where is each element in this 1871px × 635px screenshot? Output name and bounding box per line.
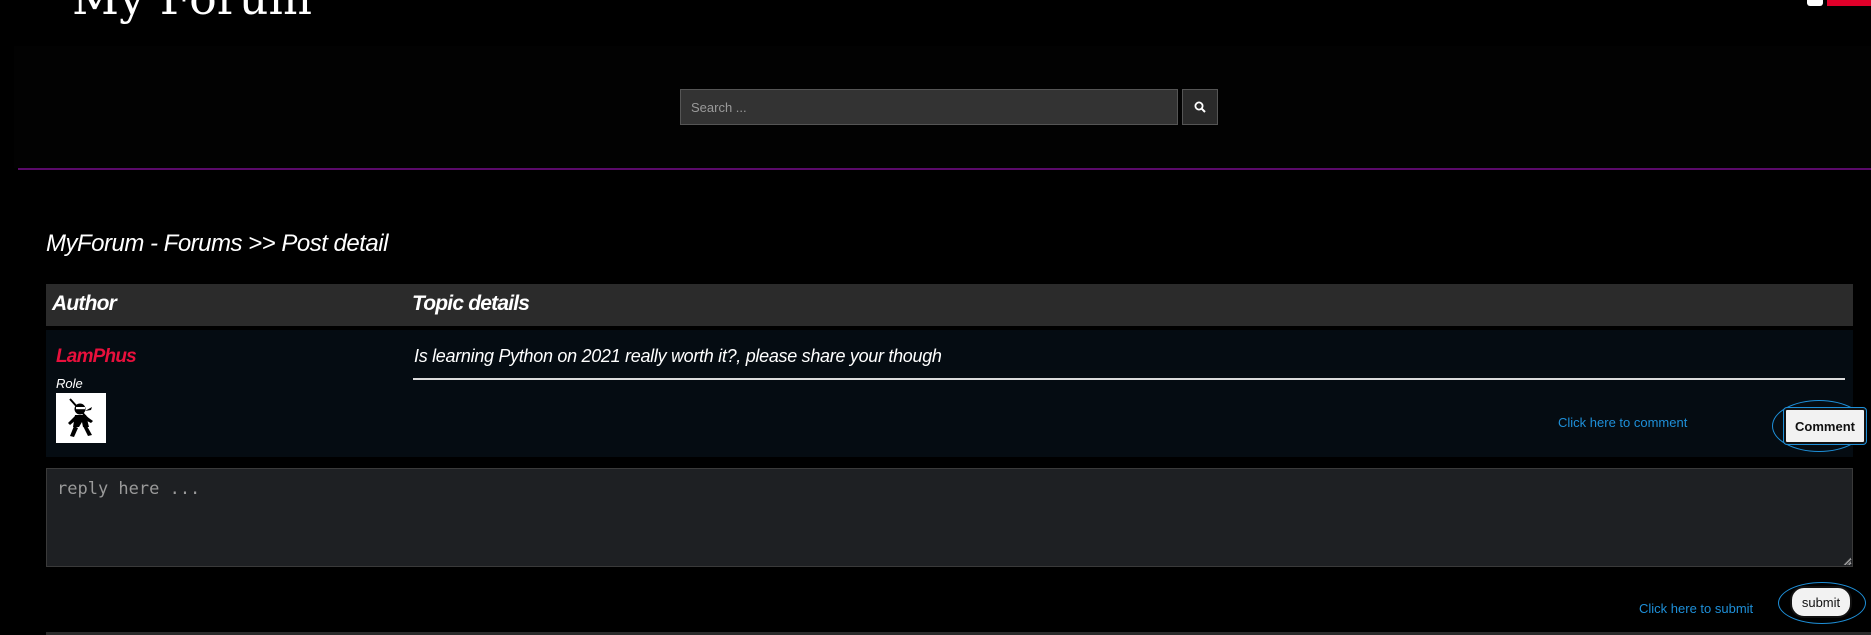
author-name[interactable]: LamPhus (56, 346, 137, 368)
author-role: Role (56, 376, 83, 391)
column-header-topic: Topic details (412, 292, 530, 315)
topic-divider (413, 378, 1845, 380)
menu-icon[interactable] (14, 0, 58, 8)
table-row: LamPhus Role Is learning Python on 2021 … (46, 330, 1866, 457)
site-title[interactable]: My Forum (72, 0, 312, 26)
avatar (56, 393, 106, 443)
table-header: Author Topic details (46, 284, 1853, 326)
avatar-ninja-icon (68, 398, 93, 437)
header-divider (18, 168, 1871, 170)
search-button[interactable] (1182, 89, 1218, 125)
resize-grip-icon[interactable] (1843, 557, 1851, 565)
breadcrumb: MyForum - Forums >> Post detail (46, 230, 388, 257)
comment-link[interactable]: Click here to comment (1558, 415, 1687, 430)
comment-button[interactable]: Comment (1784, 408, 1866, 444)
submit-button[interactable]: submit (1790, 586, 1852, 618)
user-badge[interactable] (1807, 0, 1871, 6)
column-header-author: Author (52, 292, 117, 315)
topic-title[interactable]: Is learning Python on 2021 really worth … (414, 346, 942, 367)
search-input[interactable] (680, 89, 1178, 125)
search-bar (680, 89, 1218, 127)
reply-textarea[interactable] (46, 468, 1853, 567)
page: My Forum MyForum - Forums >> Post detail… (0, 0, 1871, 635)
submit-link[interactable]: Click here to submit (1639, 601, 1753, 616)
search-icon (1194, 101, 1206, 113)
